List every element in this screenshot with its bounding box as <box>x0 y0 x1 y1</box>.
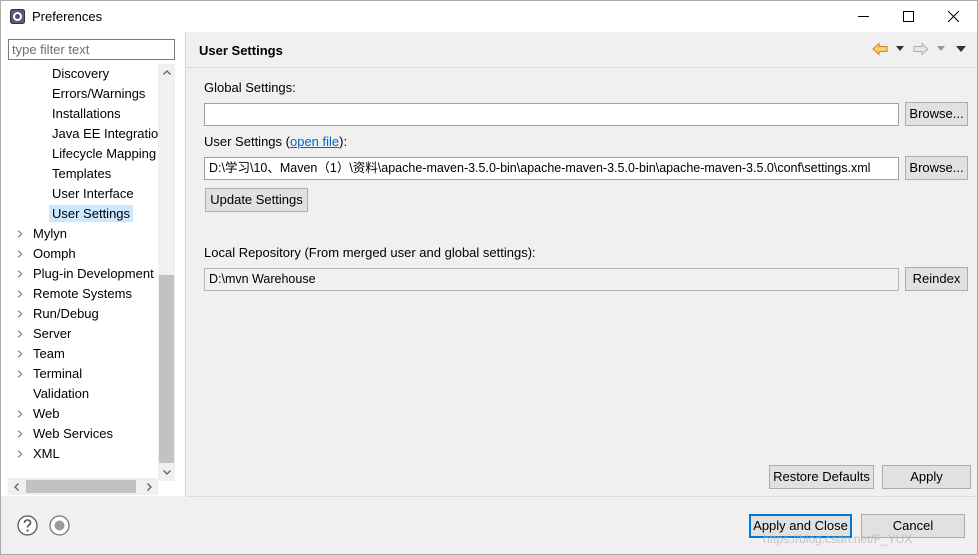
open-file-link[interactable]: open file <box>290 134 339 149</box>
expand-chevron-icon[interactable] <box>16 290 24 298</box>
tree-item[interactable]: Installations <box>49 104 124 124</box>
tree-item[interactable]: Team <box>17 344 68 364</box>
preferences-tree-pane: Discovery Errors/Warnings Installations Jav… <box>1 32 185 496</box>
tree-item-label: Errors/Warnings <box>52 86 146 101</box>
tree-item[interactable]: Remote Systems <box>17 284 135 304</box>
expand-chevron-icon[interactable] <box>16 230 24 238</box>
tree-item[interactable]: Lifecycle Mapping <box>49 144 158 164</box>
scroll-up-arrow-icon[interactable] <box>158 64 175 81</box>
tree-item[interactable]: Errors/Warnings <box>49 84 148 104</box>
scroll-left-arrow-icon[interactable] <box>8 478 25 495</box>
global-browse-button[interactable]: Browse... <box>905 102 968 126</box>
tree-item-label: Server <box>33 326 72 341</box>
tree-item[interactable]: Run/Debug <box>17 304 102 324</box>
tree-item[interactable]: Java EE Integration <box>49 124 158 144</box>
restore-defaults-button[interactable]: Restore Defaults <box>769 465 874 489</box>
tree-item[interactable]: User Settings <box>49 204 134 224</box>
expand-chevron-icon[interactable] <box>16 250 24 258</box>
tree-item-label: Web Services <box>33 426 113 441</box>
apply-button[interactable]: Apply <box>882 465 971 489</box>
user-browse-button[interactable]: Browse... <box>905 156 968 180</box>
tree-vertical-scrollbar[interactable] <box>158 64 175 481</box>
tree-item[interactable]: Web <box>17 404 63 424</box>
tree-item[interactable]: Discovery <box>49 64 112 84</box>
tree-item-label: Java EE Integration <box>52 126 158 141</box>
preferences-tree: Discovery Errors/Warnings Installations Jav… <box>1 64 158 482</box>
tree-item-label: User Settings <box>49 205 134 222</box>
expand-chevron-icon[interactable] <box>16 450 24 458</box>
forward-dropdown-chevron-icon[interactable] <box>937 46 945 51</box>
tree-item-label: Lifecycle Mapping <box>52 146 157 161</box>
import-export-icon[interactable] <box>49 515 70 536</box>
tree-item[interactable]: Mylyn <box>17 224 70 244</box>
filter-input[interactable] <box>8 39 175 60</box>
tree-item-label: XML <box>33 446 60 461</box>
expand-chevron-icon[interactable] <box>16 410 24 418</box>
tree-item-label: Mylyn <box>33 226 67 241</box>
vertical-scroll-thumb[interactable] <box>159 275 174 463</box>
maximize-button[interactable] <box>886 1 931 32</box>
tree-item[interactable]: Plug-in Development <box>17 264 157 284</box>
tree-item[interactable]: Validation <box>30 384 92 404</box>
back-dropdown-chevron-icon[interactable] <box>896 46 904 51</box>
settings-page: User Settings Global Settings: Browse...… <box>186 32 977 496</box>
tree-item-label: Oomph <box>33 246 76 261</box>
tree-item[interactable]: Oomph <box>17 244 79 264</box>
window-title: Preferences <box>32 9 103 24</box>
tree-item[interactable]: Terminal <box>17 364 85 384</box>
expand-chevron-icon[interactable] <box>16 330 24 338</box>
tree-item-label: Terminal <box>33 366 83 381</box>
expand-chevron-icon[interactable] <box>16 430 24 438</box>
tree-item-label: User Interface <box>52 186 134 201</box>
tree-item[interactable]: Templates <box>49 164 114 184</box>
user-settings-label-suffix: ): <box>339 134 348 149</box>
expand-chevron-icon[interactable] <box>16 270 24 278</box>
tree-item-label: Discovery <box>52 66 110 81</box>
tree-item[interactable]: User Interface <box>49 184 137 204</box>
back-arrow-icon[interactable] <box>872 41 888 57</box>
tree-item-label: Plug-in Development <box>33 266 154 281</box>
watermark-text: https://blog.csdn.net/F_YUX <box>763 532 913 546</box>
minimize-button[interactable] <box>841 1 886 32</box>
tree-item[interactable]: Web Services <box>17 424 116 444</box>
help-icon[interactable] <box>17 515 38 536</box>
scroll-down-arrow-icon[interactable] <box>158 464 175 481</box>
user-settings-input[interactable]: D:\学习\10、Maven（1）\资料\apache-maven-3.5.0-… <box>204 157 899 180</box>
update-settings-button[interactable]: Update Settings <box>205 188 308 212</box>
tree-item-label: Web <box>33 406 60 421</box>
reindex-button[interactable]: Reindex <box>905 267 968 291</box>
expand-chevron-icon[interactable] <box>16 310 24 318</box>
user-settings-label: User Settings (open file): <box>204 134 347 149</box>
tree-horizontal-scrollbar[interactable] <box>8 478 158 495</box>
minimize-icon <box>858 16 869 17</box>
page-header: User Settings <box>186 32 977 68</box>
eclipse-app-icon <box>10 9 25 24</box>
user-settings-label-prefix: User Settings ( <box>204 134 290 149</box>
tree-item-label: Team <box>33 346 65 361</box>
global-settings-input[interactable] <box>204 103 899 126</box>
tree-item-label: Validation <box>33 386 90 401</box>
horizontal-scroll-thumb[interactable] <box>26 480 136 493</box>
view-menu-chevron-icon[interactable] <box>956 46 966 52</box>
tree-item[interactable]: XML <box>17 444 63 464</box>
forward-arrow-icon[interactable] <box>913 41 929 57</box>
close-icon <box>948 11 959 22</box>
tree-item-label: Templates <box>52 166 112 181</box>
local-repository-field: D:\mvn Warehouse <box>204 268 899 291</box>
maximize-icon <box>903 11 914 22</box>
preferences-window: Preferences Discovery Errors/Warnings Inst… <box>0 0 978 555</box>
scroll-right-arrow-icon[interactable] <box>141 478 158 495</box>
close-button[interactable] <box>931 1 976 32</box>
tree-item-label: Installations <box>52 106 121 121</box>
page-title: User Settings <box>199 43 283 58</box>
local-repository-label: Local Repository (From merged user and g… <box>204 245 536 260</box>
expand-chevron-icon[interactable] <box>16 350 24 358</box>
expand-chevron-icon[interactable] <box>16 370 24 378</box>
tree-item-label: Run/Debug <box>33 306 99 321</box>
tree-item-label: Remote Systems <box>33 286 132 301</box>
title-bar: Preferences <box>1 1 977 32</box>
global-settings-label: Global Settings: <box>204 80 296 95</box>
tree-item[interactable]: Server <box>17 324 74 344</box>
